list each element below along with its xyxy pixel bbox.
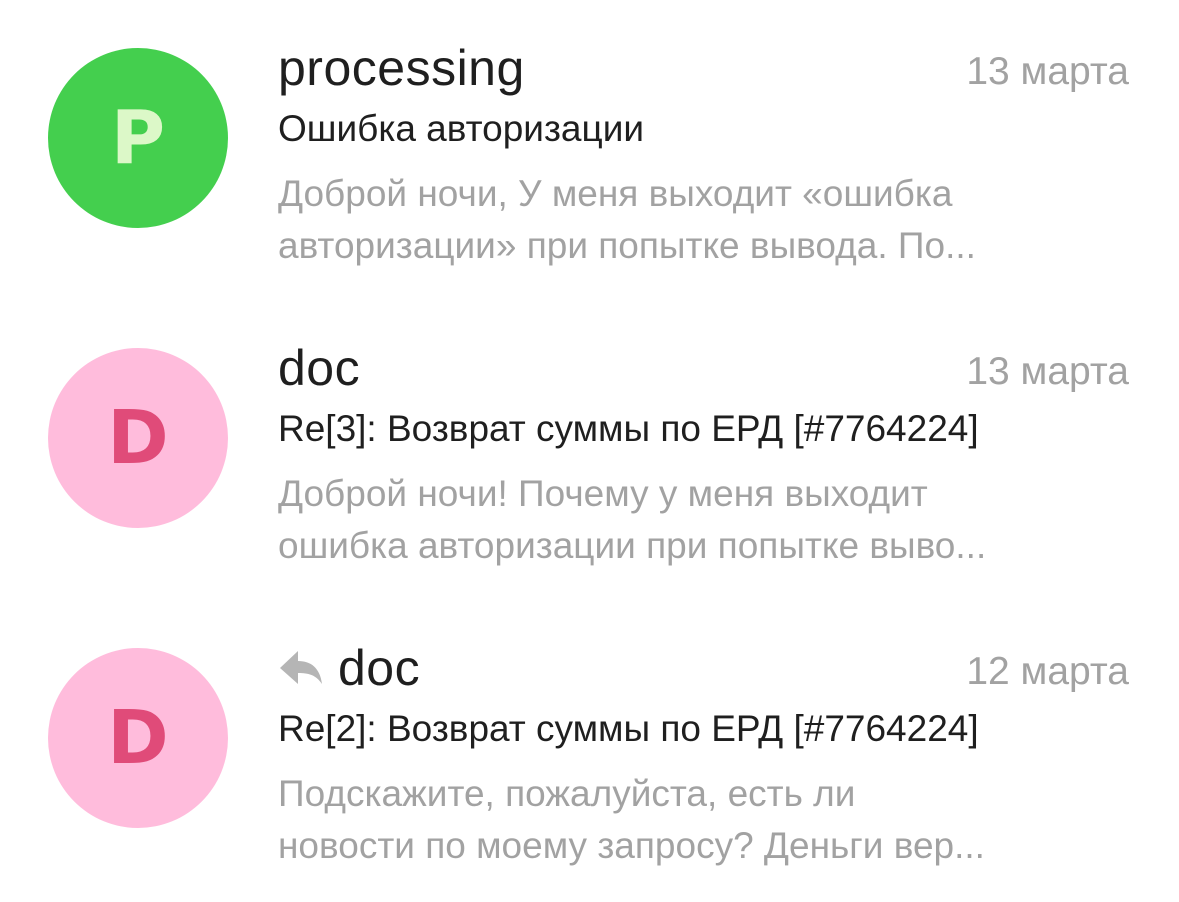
message-date: 13 марта <box>966 350 1129 393</box>
preview-line: Доброй ночи! Почему у меня выходит <box>278 473 928 514</box>
sender-line: processing <box>278 38 525 98</box>
preview-line: новости по моему запросу? Деньги вер... <box>278 825 985 866</box>
message-date: 12 марта <box>966 650 1129 693</box>
avatar: D <box>48 648 228 828</box>
message-row[interactable]: D doc 12 марта Re[2]: Возврат суммы по Е… <box>0 600 1179 900</box>
message-list: P processing 13 марта Ошибка авторизации… <box>0 0 1179 902</box>
message-preview: Доброй ночи, У меня выходит «ошибка авто… <box>278 168 1128 272</box>
sender-line: doc <box>278 638 420 698</box>
message-preview: Доброй ночи! Почему у меня выходит ошибк… <box>278 468 1128 572</box>
message-date: 13 марта <box>966 50 1129 93</box>
sender-line: doc <box>278 338 360 398</box>
preview-line: авторизации» при попытке вывода. По... <box>278 225 976 266</box>
preview-line: Доброй ночи, У меня выходит «ошибка <box>278 173 953 214</box>
message-preview: Подскажите, пожалуйста, есть ли новости … <box>278 768 1128 872</box>
message-subject: Re[3]: Возврат суммы по ЕРД [#7764224] <box>278 408 979 449</box>
message-subject: Ошибка авторизации <box>278 108 645 149</box>
avatar: P <box>48 48 228 228</box>
preview-line: Подскажите, пожалуйста, есть ли <box>278 773 856 814</box>
message-subject: Re[2]: Возврат суммы по ЕРД [#7764224] <box>278 708 979 749</box>
message-row[interactable]: D doc 13 марта Re[3]: Возврат суммы по Е… <box>0 300 1179 600</box>
message-row[interactable]: P processing 13 марта Ошибка авторизации… <box>0 0 1179 300</box>
sender-name: processing <box>278 40 525 96</box>
avatar: D <box>48 348 228 528</box>
sender-name: doc <box>338 640 421 696</box>
sender-name: doc <box>278 340 361 396</box>
reply-arrow-icon <box>278 648 324 688</box>
preview-line: ошибка авторизации при попытке выво... <box>278 525 987 566</box>
